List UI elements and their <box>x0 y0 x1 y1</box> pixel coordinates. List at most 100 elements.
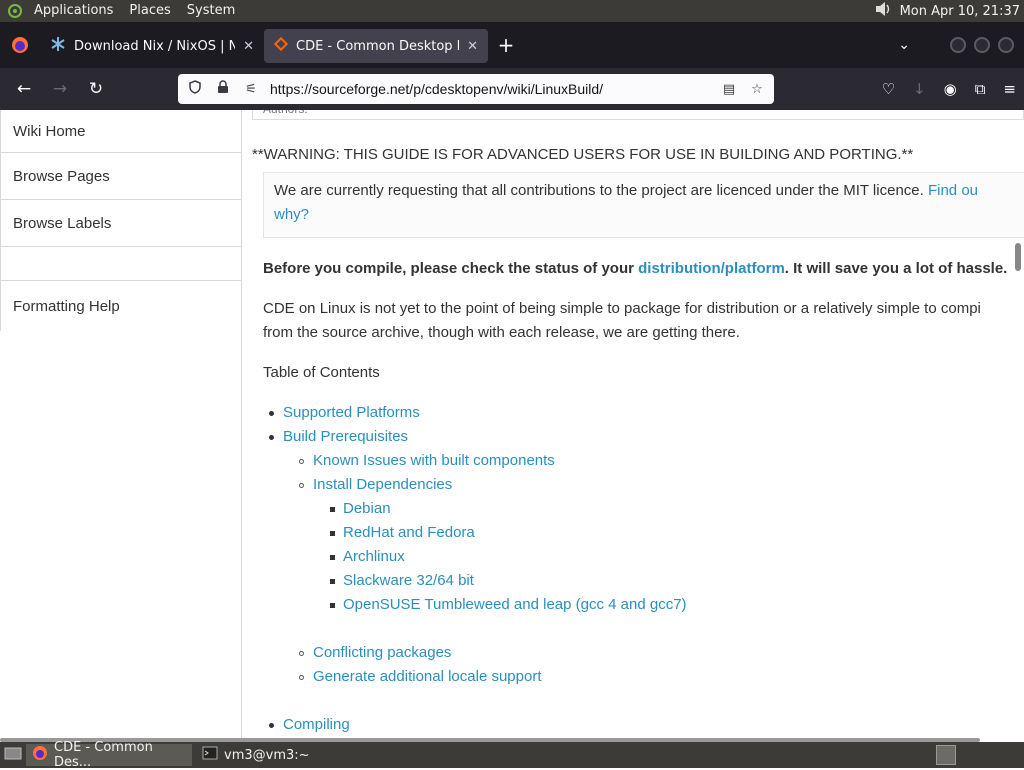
close-tab-icon[interactable]: ✕ <box>467 39 478 54</box>
downloads-icon[interactable]: ↓ <box>913 80 926 98</box>
bullet-icon <box>269 723 274 728</box>
volume-icon[interactable] <box>874 1 892 21</box>
tab-cde[interactable]: CDE - Common Desktop Env ✕ <box>264 29 488 63</box>
tab-bar: Download Nix / NixOS | Nix ✕ CDE - Commo… <box>0 22 1024 68</box>
workspace-switcher[interactable] <box>936 745 956 765</box>
account-icon[interactable]: ◉ <box>944 80 957 98</box>
toc-link[interactable]: Supported Platforms <box>283 404 420 421</box>
compile-notice-post: . It will save you a lot of hassle. <box>784 260 1008 277</box>
licence-notice: We are currently requesting that all con… <box>263 172 1024 238</box>
tab-title: Download Nix / NixOS | Nix <box>74 38 236 54</box>
compile-notice-pre: Before you compile, please check the sta… <box>263 260 634 277</box>
maximize-button[interactable] <box>974 37 990 53</box>
url-bar[interactable]: ⚟ https://sourceforge.net/p/cdesktopenv/… <box>178 74 774 104</box>
compile-notice: Before you compile, please check the sta… <box>263 257 1007 281</box>
toc-link[interactable]: Compiling <box>283 716 350 733</box>
bullet-icon <box>299 675 304 680</box>
toc-link[interactable]: Build Prerequisites <box>283 428 408 445</box>
new-tab-button[interactable]: + <box>488 33 524 57</box>
toc-link[interactable]: Archlinux <box>343 548 405 565</box>
authors-row: Authors: <box>252 110 1024 120</box>
why-link[interactable]: why? <box>274 206 309 223</box>
bullet-icon <box>299 483 304 488</box>
sidebar-item-formatting-help[interactable]: Formatting Help <box>0 281 241 331</box>
warning-text: **WARNING: THIS GUIDE IS FOR ADVANCED US… <box>252 146 914 163</box>
toc-link[interactable]: OpenSUSE Tumbleweed and leap (gcc 4 and … <box>343 596 687 613</box>
toc-link[interactable]: Generate additional locale support <box>313 668 542 685</box>
toc-item: Slackware 32/64 bit <box>263 569 687 593</box>
sidebar-item-browse-labels[interactable]: Browse Labels <box>0 200 241 247</box>
toc-link[interactable]: Conflicting packages <box>313 644 451 661</box>
sidebar-item-browse-pages[interactable]: Browse Pages <box>0 153 241 200</box>
back-button[interactable]: ← <box>6 73 42 105</box>
toc-link[interactable]: Install Dependencies <box>313 476 452 493</box>
close-tab-icon[interactable]: ✕ <box>243 39 254 54</box>
toc-link[interactable]: Debian <box>343 500 391 517</box>
tab-nixos[interactable]: Download Nix / NixOS | Nix ✕ <box>40 29 264 63</box>
intro-paragraph: CDE on Linux is not yet to the point of … <box>263 297 981 345</box>
web-page: Wiki Home Browse Pages Browse Labels For… <box>0 110 1024 740</box>
bookmark-star-icon[interactable]: ☆ <box>748 82 766 97</box>
intro-line-1: CDE on Linux is not yet to the point of … <box>263 300 981 317</box>
system-menu[interactable]: System <box>179 0 243 22</box>
bullet-icon <box>330 507 335 512</box>
reader-view-icon[interactable]: ▤ <box>720 82 738 97</box>
tab-title: CDE - Common Desktop Env <box>296 38 459 54</box>
minimize-button[interactable] <box>950 37 966 53</box>
reload-button[interactable]: ↻ <box>78 73 114 105</box>
intro-line-2: from the source archive, though with eac… <box>263 324 740 341</box>
bottom-panel: CDE - Common Des... vm3@vm3:~ <box>0 740 1024 770</box>
top-panel: Applications Places System Mon Apr 10, 2… <box>0 0 1024 22</box>
toc-item: Known Issues with built components <box>263 449 687 473</box>
shield-icon[interactable] <box>186 80 204 98</box>
toc-link[interactable]: Known Issues with built components <box>313 452 555 469</box>
notice-text: We are currently requesting that all con… <box>274 182 924 199</box>
forward-button[interactable]: → <box>42 73 78 105</box>
firefox-view-icon[interactable] <box>0 22 40 68</box>
sourceforge-diamond-icon <box>273 36 289 55</box>
clock[interactable]: Mon Apr 10, 21:37 <box>900 4 1020 19</box>
show-desktop-icon[interactable] <box>4 745 22 765</box>
pocket-icon[interactable]: ♡ <box>882 80 895 98</box>
nixos-snowflake-icon <box>50 36 66 56</box>
distro-logo-icon[interactable] <box>4 0 26 22</box>
toc-spacer <box>263 689 687 713</box>
window-controls <box>950 37 1014 53</box>
toc-item: Supported Platforms <box>263 401 687 425</box>
toc-item: Debian <box>263 497 687 521</box>
sidebar-spacer <box>0 247 241 281</box>
toc-spacer <box>263 617 687 641</box>
taskbar-firefox[interactable]: CDE - Common Des... <box>26 740 192 770</box>
bullet-icon <box>269 435 274 440</box>
wiki-content: Authors: **WARNING: THIS GUIDE IS FOR AD… <box>252 110 1024 740</box>
toc-link[interactable]: RedHat and Fedora <box>343 524 475 541</box>
firefox-icon <box>32 745 48 765</box>
list-all-tabs-icon[interactable]: ⌄ <box>898 37 910 53</box>
find-out-link[interactable]: Find ou <box>928 182 978 199</box>
bullet-icon <box>330 531 335 536</box>
bullet-icon <box>299 651 304 656</box>
toc-item: Archlinux <box>263 545 687 569</box>
sidebar-item-wiki-home[interactable]: Wiki Home <box>0 110 241 153</box>
url-text[interactable]: https://sourceforge.net/p/cdesktopenv/wi… <box>270 81 710 97</box>
distribution-platform-link[interactable]: distribution/platform <box>638 260 785 277</box>
applications-menu[interactable]: Applications <box>26 0 121 22</box>
vertical-scrollbar[interactable] <box>1015 243 1021 271</box>
lock-icon[interactable] <box>214 80 232 98</box>
bullet-icon <box>330 579 335 584</box>
taskbar-terminal[interactable]: vm3@vm3:~ <box>196 744 376 766</box>
menu-icon[interactable]: ≡ <box>1003 80 1016 98</box>
bullet-icon <box>330 555 335 560</box>
toc-item: RedHat and Fedora <box>263 521 687 545</box>
toc-title: Table of Contents <box>263 364 380 381</box>
permissions-icon[interactable]: ⚟ <box>242 82 260 97</box>
extensions-icon[interactable]: ⧉ <box>975 80 986 98</box>
toc-item: Generate additional locale support <box>263 665 687 689</box>
close-window-button[interactable] <box>998 37 1014 53</box>
terminal-icon <box>202 746 218 764</box>
places-menu[interactable]: Places <box>121 0 178 22</box>
toc-link[interactable]: Slackware 32/64 bit <box>343 572 474 589</box>
toc-item: Conflicting packages <box>263 641 687 665</box>
bullet-icon <box>330 603 335 608</box>
table-of-contents: Supported Platforms Build Prerequisites Kn… <box>263 401 687 740</box>
